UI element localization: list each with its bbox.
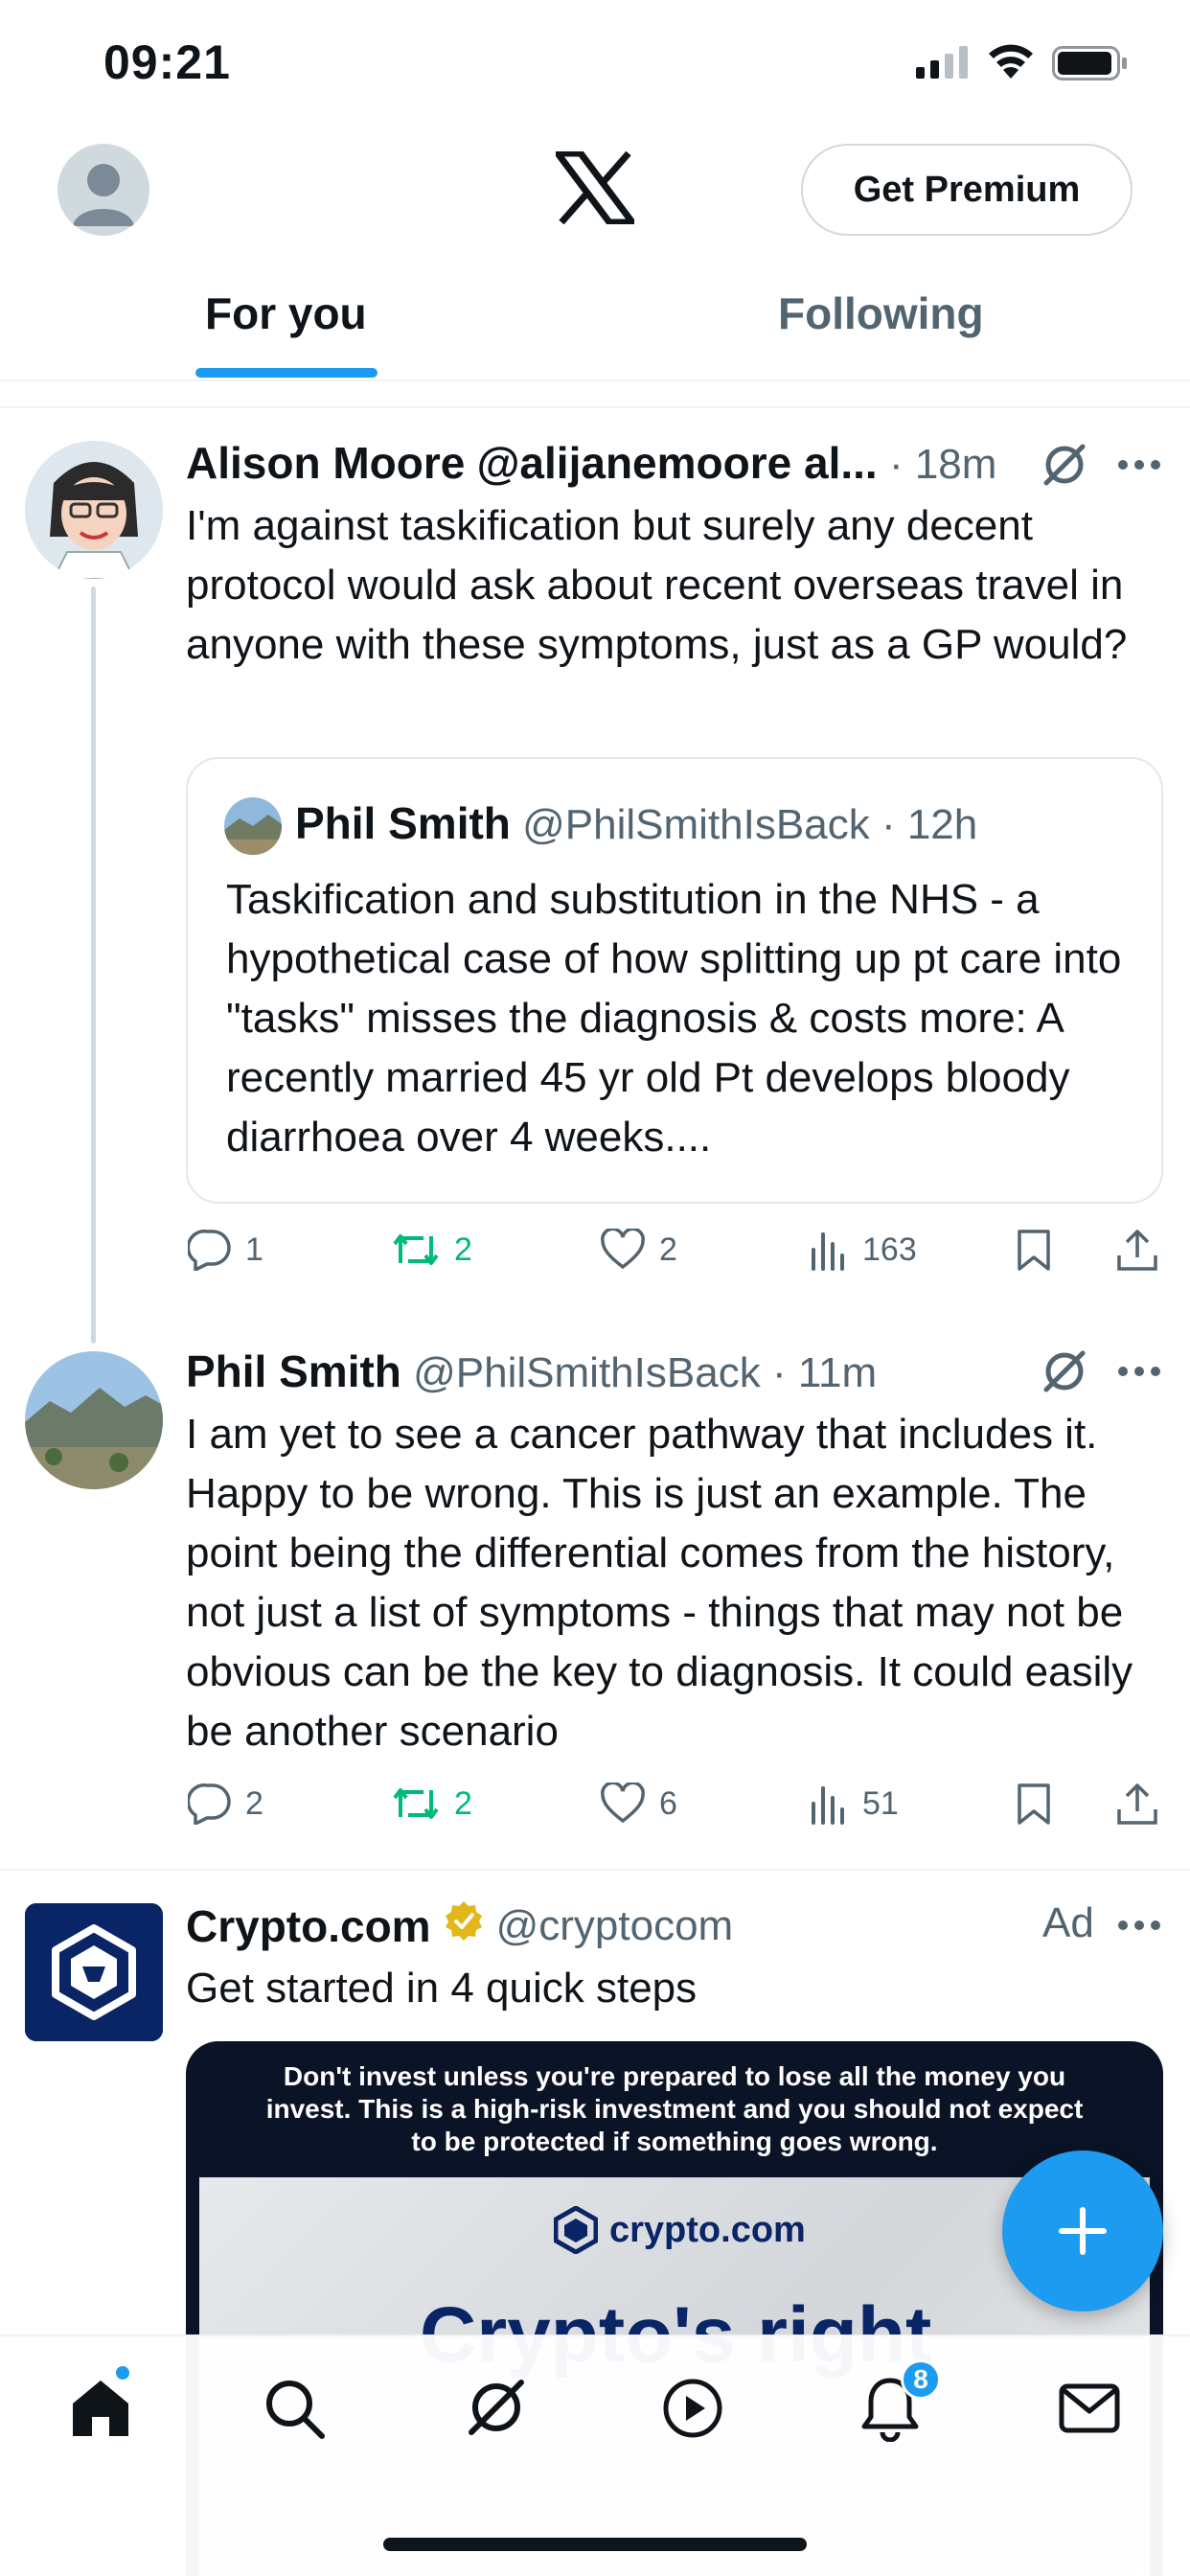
advertiser-logo[interactable] <box>25 1903 163 2041</box>
reply-button[interactable]: 2 <box>188 1782 263 1825</box>
crypto-logo-icon <box>554 2206 598 2254</box>
advertiser-handle[interactable]: @cryptocom <box>496 1902 734 1950</box>
profile-avatar[interactable] <box>57 144 149 236</box>
repost-icon <box>393 1234 439 1265</box>
ad-label: Ad <box>1042 1899 1094 1946</box>
bookmark-icon[interactable] <box>1016 1229 1052 1277</box>
share-icon[interactable] <box>1115 1229 1159 1277</box>
tab-for-you[interactable]: For you <box>205 288 367 339</box>
reply-count: 2 <box>245 1784 263 1822</box>
author-name[interactable]: Phil Smith <box>186 1346 401 1396</box>
like-button[interactable]: 2 <box>600 1229 677 1271</box>
quoted-post-time: · 12h <box>881 801 978 848</box>
views-count: 51 <box>862 1784 899 1822</box>
repost-button[interactable]: 2 <box>391 1782 472 1825</box>
more-options-icon[interactable] <box>1117 1919 1161 1936</box>
quoted-author-avatar <box>224 797 282 855</box>
home-unread-dot <box>113 2363 132 2382</box>
active-tab-indicator <box>195 368 378 378</box>
notifications-badge: 8 <box>901 2359 941 2400</box>
post-time[interactable]: · 11m <box>772 1349 877 1396</box>
reply-button[interactable]: 1 <box>188 1229 263 1271</box>
battery-icon <box>1052 46 1129 85</box>
search-icon[interactable] <box>263 2377 326 2445</box>
video-icon[interactable] <box>661 2377 724 2445</box>
home-icon[interactable] <box>67 2375 134 2447</box>
author-name[interactable]: Alison Moore <box>186 438 465 488</box>
compose-post-button[interactable] <box>1002 2150 1163 2312</box>
share-icon[interactable] <box>1115 1782 1159 1831</box>
x-logo-icon[interactable] <box>551 150 639 229</box>
views-button[interactable]: 51 <box>809 1782 899 1825</box>
views-icon <box>812 1232 844 1271</box>
ad-text: Get started in 4 quick steps <box>186 1965 698 2012</box>
like-count: 6 <box>659 1784 677 1822</box>
ad-risk-warning: Don't invest unless you're prepared to l… <box>265 2061 1084 2156</box>
grok-icon[interactable] <box>1041 1347 1088 1400</box>
feed-top-divider <box>0 406 1190 408</box>
plus-icon <box>1059 2207 1107 2255</box>
tabs-divider <box>0 380 1190 381</box>
repost-icon <box>393 1788 439 1819</box>
heart-icon <box>601 1229 645 1270</box>
like-button[interactable]: 6 <box>600 1782 677 1825</box>
wifi-icon <box>987 42 1035 83</box>
views-icon <box>812 1786 844 1825</box>
quoted-post-header: Phil Smith @PhilSmithIsBack · 12h <box>295 797 977 849</box>
post-text: I am yet to see a cancer pathway that in… <box>186 1411 1133 1755</box>
thread-line <box>91 586 96 1344</box>
quoted-author-handle: @PhilSmithIsBack <box>522 801 870 848</box>
like-count: 2 <box>659 1230 677 1268</box>
author-avatar[interactable] <box>25 441 163 579</box>
views-button[interactable]: 163 <box>809 1229 917 1271</box>
post-divider <box>0 1869 1190 1871</box>
more-options-icon[interactable] <box>1117 458 1161 475</box>
views-count: 163 <box>862 1230 917 1268</box>
quoted-post[interactable]: Phil Smith @PhilSmithIsBack · 12h Taskif… <box>186 757 1163 1204</box>
reply-count: 1 <box>245 1230 263 1268</box>
author-handle[interactable]: @PhilSmithIsBack <box>413 1349 761 1396</box>
reply-icon <box>188 1783 231 1825</box>
crypto-logo: crypto.com <box>554 2206 806 2254</box>
home-indicator <box>383 2538 807 2551</box>
verified-badge-icon <box>443 1899 485 1952</box>
repost-count: 2 <box>454 1230 472 1268</box>
grok-icon[interactable] <box>1041 441 1088 494</box>
post-header: Phil Smith @PhilSmithIsBack · 11m <box>186 1346 1010 1397</box>
repost-button[interactable]: 2 <box>391 1229 472 1271</box>
quoted-post-text: Taskification and substitution in the NH… <box>226 876 1122 1161</box>
post-time[interactable]: · 18m <box>889 441 996 488</box>
crypto-brand-text: crypto.com <box>609 2209 806 2250</box>
heart-icon <box>601 1782 645 1824</box>
advertiser-name[interactable]: Crypto.com <box>186 1900 431 1952</box>
grok-icon[interactable] <box>462 2373 531 2447</box>
more-options-icon[interactable] <box>1117 1365 1161 1382</box>
post-header: Alison Moore @alijanemoore al... · 18m <box>186 437 1010 489</box>
author-handle[interactable]: @alijanemoore al... <box>477 438 878 488</box>
reply-icon <box>188 1230 231 1271</box>
cellular-signal-icon <box>916 46 970 83</box>
get-premium-button[interactable]: Get Premium <box>801 144 1133 236</box>
ad-post-header: Crypto.com @cryptocom <box>186 1899 733 1952</box>
bookmark-icon[interactable] <box>1016 1782 1052 1831</box>
author-avatar[interactable] <box>25 1351 163 1489</box>
quoted-author-name: Phil Smith <box>295 798 511 848</box>
messages-icon[interactable] <box>1058 2382 1121 2439</box>
tab-following[interactable]: Following <box>778 288 984 339</box>
post-text: I'm against taskification but surely any… <box>186 502 1128 668</box>
repost-count: 2 <box>454 1784 472 1822</box>
status-time: 09:21 <box>103 35 231 89</box>
